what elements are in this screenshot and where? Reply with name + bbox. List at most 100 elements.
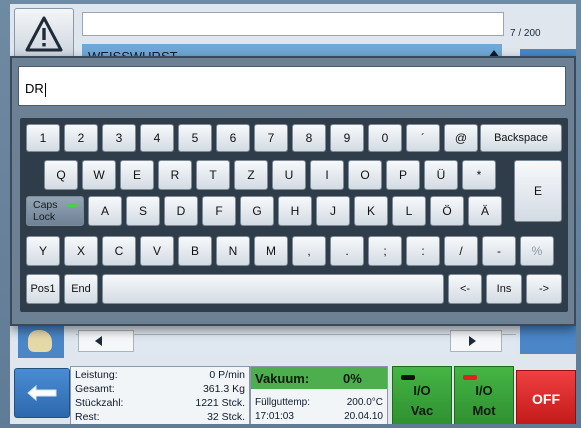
key[interactable]: V <box>140 236 174 266</box>
key[interactable]: - <box>482 236 516 266</box>
key[interactable]: H <box>278 196 312 226</box>
key[interactable]: J <box>316 196 350 226</box>
date-value: 20.04.10 <box>344 411 383 422</box>
key[interactable]: L <box>392 196 426 226</box>
key[interactable]: 5 <box>178 124 212 152</box>
backspace-key[interactable]: Backspace <box>480 124 562 152</box>
key[interactable]: M <box>254 236 288 266</box>
key[interactable]: E <box>120 160 154 190</box>
key[interactable]: A <box>88 196 122 226</box>
text-caret <box>44 82 46 97</box>
end-key[interactable]: End <box>64 274 98 304</box>
vakuum-value: 0% <box>343 371 362 386</box>
key[interactable]: ; <box>368 236 402 266</box>
leistung-label: Leistung: <box>75 369 118 381</box>
leistung-value: 0 P/min <box>209 369 245 381</box>
time-value: 17:01:03 <box>255 411 294 422</box>
scroll-left-button[interactable] <box>78 330 134 352</box>
key[interactable]: @ <box>444 124 478 152</box>
key[interactable]: Ä <box>468 196 502 226</box>
key[interactable]: Z <box>234 160 268 190</box>
key[interactable]: R <box>158 160 192 190</box>
key[interactable]: 3 <box>102 124 136 152</box>
top-text-field[interactable] <box>82 12 504 36</box>
production-stats: Leistung: 0 P/min Gesamt: 361.3 Kg Stückza… <box>70 366 250 424</box>
vacuum-panel: Vakuum: 0% Füllguttemp: 200.0°C 17:01:03… <box>250 366 388 424</box>
back-arrow-icon <box>27 384 57 402</box>
key[interactable]: Y <box>26 236 60 266</box>
page-counter: 7 / 200 <box>510 28 541 39</box>
key[interactable]: K <box>354 196 388 226</box>
key-area: 1 2 3 4 5 6 7 8 9 0 ´ @ Backspace Q W E R T Z U I O P Ü * E Ca… <box>20 118 568 312</box>
onscreen-keyboard: DR 1 2 3 4 5 6 7 8 9 0 ´ @ Backspace Q W E R T Z U I O P Ü * E… <box>10 56 576 326</box>
cursor-right-key[interactable]: -> <box>526 274 562 304</box>
key[interactable]: 8 <box>292 124 326 152</box>
key[interactable]: G <box>240 196 274 226</box>
key[interactable]: Ü <box>424 160 458 190</box>
key[interactable]: N <box>216 236 250 266</box>
scroll-right-button[interactable] <box>450 330 502 352</box>
vacuum-header: Vakuum: 0% <box>251 367 387 389</box>
key[interactable]: T <box>196 160 230 190</box>
stueckzahl-label: Stückzahl: <box>75 397 124 409</box>
key[interactable]: . <box>330 236 364 266</box>
key[interactable]: 1 <box>26 124 60 152</box>
key[interactable]: 6 <box>216 124 250 152</box>
io-mot-line2: Mot <box>472 403 496 418</box>
cursor-left-key[interactable]: <- <box>448 274 482 304</box>
caps-led <box>67 203 77 207</box>
stueckzahl-value: 1221 Stck. <box>195 397 245 409</box>
rest-value: 32 Stck. <box>207 411 245 423</box>
key[interactable]: U <box>272 160 306 190</box>
io-mot-line1: I/O <box>475 383 493 398</box>
key[interactable]: , <box>292 236 326 266</box>
key[interactable]: * <box>462 160 496 190</box>
gesamt-label: Gesamt: <box>75 383 115 395</box>
io-vac-button[interactable]: I/O Vac <box>392 366 452 424</box>
key[interactable]: 2 <box>64 124 98 152</box>
off-button[interactable]: OFF <box>516 370 576 424</box>
key[interactable]: S <box>126 196 160 226</box>
gesamt-value: 361.3 Kg <box>202 383 245 395</box>
caps-line1: Caps <box>33 199 58 211</box>
io-vac-line1: I/O <box>413 383 431 398</box>
key[interactable]: D <box>164 196 198 226</box>
key[interactable]: W <box>82 160 116 190</box>
back-button[interactable] <box>14 368 70 418</box>
pos1-key[interactable]: Pos1 <box>26 274 60 304</box>
fuellguttemp-label: Füllguttemp: <box>255 397 311 408</box>
key[interactable]: I <box>310 160 344 190</box>
key[interactable]: % <box>520 236 554 266</box>
mot-indicator <box>463 375 477 380</box>
keyboard-input-text: DR <box>25 81 44 96</box>
key[interactable]: P <box>386 160 420 190</box>
caps-line2: Lock <box>33 211 56 223</box>
key[interactable]: O <box>348 160 382 190</box>
warning-button[interactable] <box>14 8 74 62</box>
key[interactable]: F <box>202 196 236 226</box>
enter-key[interactable]: E <box>514 160 562 222</box>
key[interactable]: X <box>64 236 98 266</box>
key[interactable]: Ö <box>430 196 464 226</box>
key[interactable]: ´ <box>406 124 440 152</box>
product-image-shape <box>28 330 52 352</box>
caps-lock-label: Caps Lock <box>33 199 58 223</box>
space-key[interactable] <box>102 274 444 304</box>
key[interactable]: Q <box>44 160 78 190</box>
key[interactable]: 7 <box>254 124 288 152</box>
vakuum-label: Vakuum: <box>255 371 310 386</box>
key[interactable]: : <box>406 236 440 266</box>
insert-key[interactable]: Ins <box>486 274 522 304</box>
arrow-right-icon <box>469 336 476 346</box>
keyboard-input-field[interactable]: DR <box>18 66 566 106</box>
key[interactable]: 0 <box>368 124 402 152</box>
io-mot-button[interactable]: I/O Mot <box>454 366 514 424</box>
caps-lock-key[interactable]: Caps Lock <box>26 196 84 226</box>
key[interactable]: 9 <box>330 124 364 152</box>
rest-label: Rest: <box>75 411 100 423</box>
key[interactable]: / <box>444 236 478 266</box>
key[interactable]: B <box>178 236 212 266</box>
fuellguttemp-value: 200.0°C <box>346 397 383 408</box>
key[interactable]: 4 <box>140 124 174 152</box>
key[interactable]: C <box>102 236 136 266</box>
